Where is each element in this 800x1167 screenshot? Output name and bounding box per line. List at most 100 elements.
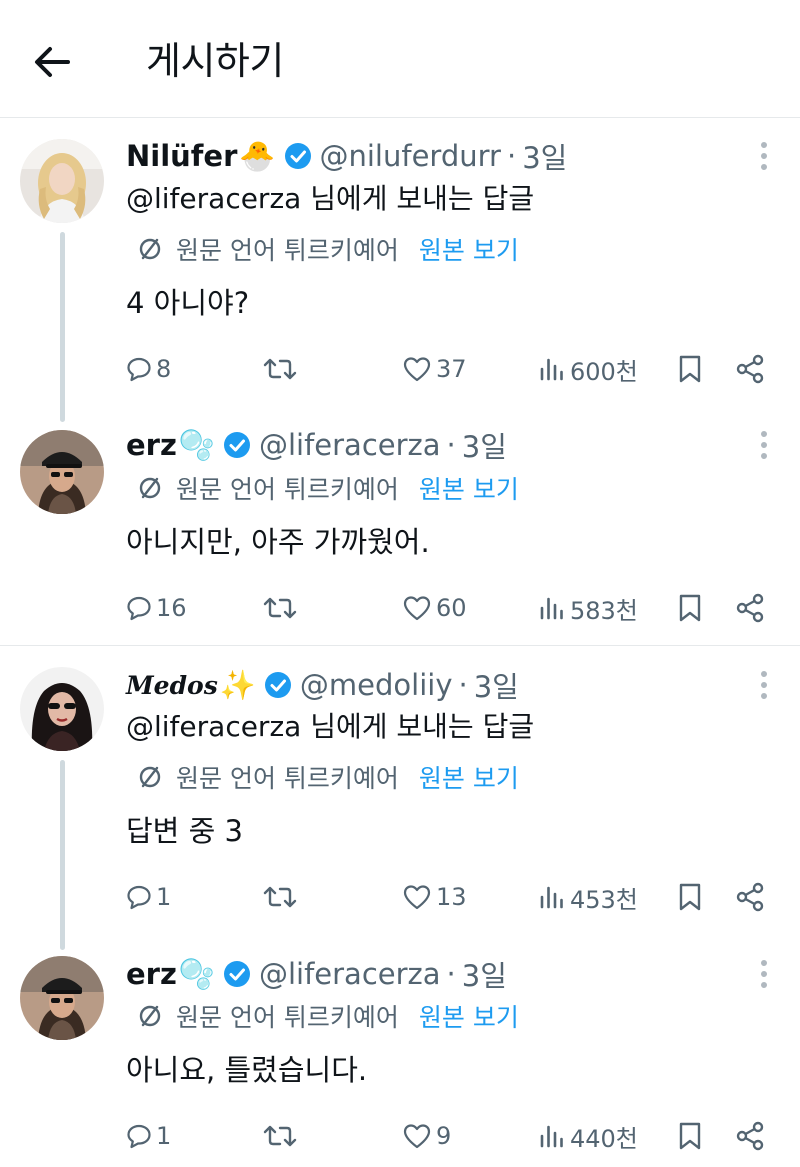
avatar[interactable] [20,667,104,751]
separator-dot: · [446,428,456,462]
post-text: 4 아니야? [126,286,250,320]
avatar[interactable] [20,430,104,514]
reply-bubble-icon [127,357,151,382]
heart-icon [403,357,431,382]
bookmark-button[interactable] [676,877,704,917]
avatar[interactable] [20,956,104,1040]
view-original-link[interactable]: 원본 보기 [419,231,519,267]
view-count: 453천 [570,885,638,914]
more-vertical-icon [761,431,767,459]
display-name[interactable]: Medos [126,671,218,700]
view-original-link[interactable]: 원본 보기 [419,998,519,1034]
bookmark-icon [679,1122,701,1150]
post[interactable]: Medos ✨ @medoliiy · 3일 @liferacerza 님에게 … [0,647,800,940]
bookmark-button[interactable] [676,1116,704,1156]
post[interactable]: erz 🫧 @liferacerza · 3일 원문 언어 튀르키예어 원본 보… [0,410,800,646]
repost-icon [263,358,297,380]
post-header: erz 🫧 @liferacerza · 3일 [126,425,507,465]
reply-bubble-icon [127,596,151,621]
like-button[interactable]: 37 [402,349,467,389]
user-handle[interactable]: @medoliiy [300,668,453,702]
reply-count: 1 [156,883,172,911]
like-count: 9 [436,1122,452,1150]
reply-to-handle[interactable]: @liferacerza [126,710,301,743]
share-icon [736,593,764,623]
heart-icon [403,885,431,910]
post-time[interactable]: 3일 [522,135,567,177]
post-text: 아니요, 틀렸습니다. [126,1053,368,1087]
reply-button[interactable]: 1 [126,1116,171,1156]
reply-count: 8 [156,355,172,383]
sparkles-emoji: ✨ [219,667,256,702]
more-options-button[interactable] [752,954,776,994]
share-button[interactable] [734,349,766,389]
bookmark-button[interactable] [676,588,704,628]
view-original-link[interactable]: 원본 보기 [419,470,519,506]
views-button[interactable]: 583천 [538,588,638,628]
more-options-button[interactable] [752,136,776,176]
user-handle[interactable]: @niluferdurr [320,139,501,173]
repost-icon [263,1125,297,1147]
reply-count: 16 [156,594,187,622]
verified-badge-icon [284,143,311,169]
translation-row: 원문 언어 튀르키예어 원본 보기 [136,759,519,795]
reply-button[interactable]: 1 [126,877,171,917]
more-options-button[interactable] [752,425,776,465]
reply-bubble-icon [127,1124,151,1149]
verified-badge-icon [223,961,250,987]
post-time[interactable]: 3일 [462,424,507,466]
share-icon [736,1121,764,1151]
separator-dot: · [446,957,456,991]
user-handle[interactable]: @liferacerza [259,957,441,991]
more-options-button[interactable] [752,665,776,705]
more-vertical-icon [761,142,767,170]
share-button[interactable] [734,1116,766,1156]
post-time[interactable]: 3일 [474,664,519,706]
reply-to-handle[interactable]: @liferacerza [126,182,301,215]
separator-dot: · [458,668,468,702]
original-language-label: 원문 언어 튀르키예어 [176,236,399,265]
views-button[interactable]: 440천 [538,1116,638,1156]
original-language-label: 원문 언어 튀르키예어 [176,1003,399,1032]
views-bar-chart-icon [540,597,563,620]
repost-button[interactable] [262,1116,298,1156]
like-button[interactable]: 13 [402,877,467,917]
user-handle[interactable]: @liferacerza [259,428,441,462]
heart-icon [403,596,431,621]
reply-button[interactable]: 8 [126,349,171,389]
translation-row: 원문 언어 튀르키예어 원본 보기 [136,470,519,506]
display-name[interactable]: Nilüfer [126,139,237,173]
repost-button[interactable] [262,877,298,917]
back-button[interactable] [28,38,76,86]
display-name[interactable]: erz [126,957,177,991]
post-time[interactable]: 3일 [462,953,507,995]
original-language-label: 원문 언어 튀르키예어 [176,475,399,504]
repost-button[interactable] [262,349,298,389]
share-button[interactable] [734,588,766,628]
arrow-left-icon [35,47,70,77]
repost-button[interactable] [262,588,298,628]
more-vertical-icon [761,671,767,699]
like-button[interactable]: 60 [402,588,467,628]
reply-button[interactable]: 16 [126,588,187,628]
post-text: 아니지만, 아주 가까웠어. [126,525,430,559]
top-bar: 게시하기 [0,0,800,118]
post[interactable]: erz 🫧 @liferacerza · 3일 원문 언어 튀르키예어 원본 보… [0,940,800,1167]
views-button[interactable]: 453천 [538,877,638,917]
share-button[interactable] [734,877,766,917]
translation-row: 원문 언어 튀르키예어 원본 보기 [136,231,519,267]
post-header: Medos ✨ @medoliiy · 3일 [126,665,519,705]
reply-to-suffix: 님에게 보내는 답글 [301,182,535,215]
like-button[interactable]: 9 [402,1116,451,1156]
views-button[interactable]: 600천 [538,349,638,389]
reply-to-line: @liferacerza 님에게 보내는 답글 [126,179,534,219]
avatar[interactable] [20,139,104,223]
view-count: 583천 [570,596,638,625]
bookmark-button[interactable] [676,349,704,389]
view-original-link[interactable]: 원본 보기 [419,759,519,795]
post[interactable]: Nilüfer 🐣 @niluferdurr · 3일 @liferacerza… [0,119,800,410]
post-text: 답변 중 3 [126,814,243,848]
bubbles-emoji: 🫧 [178,427,215,462]
display-name[interactable]: erz [126,428,177,462]
bookmark-icon [679,883,701,911]
